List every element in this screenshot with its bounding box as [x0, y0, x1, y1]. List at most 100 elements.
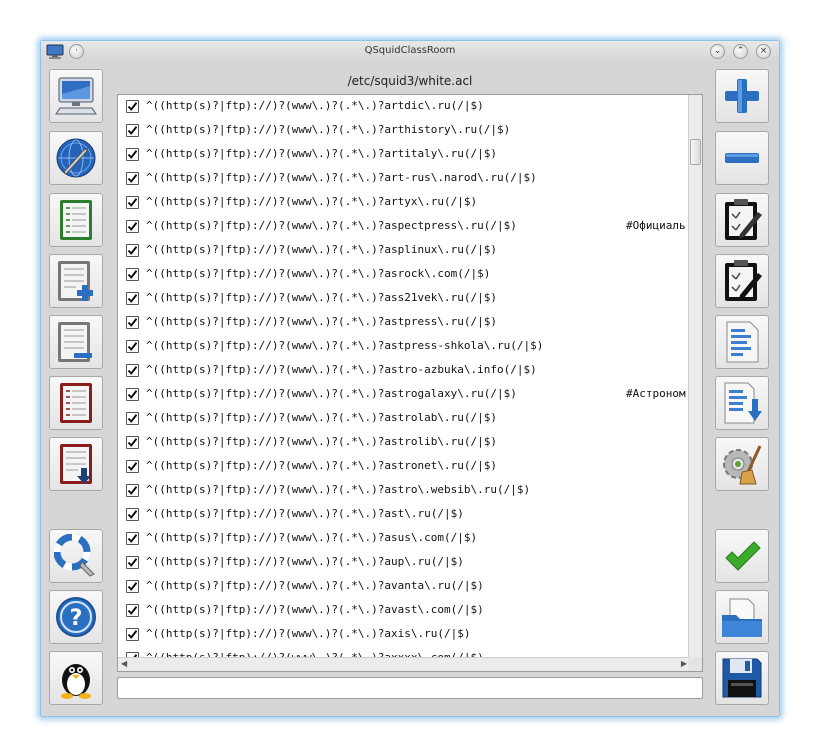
entry-checkbox[interactable] [126, 508, 139, 521]
entry-checkbox[interactable] [126, 484, 139, 497]
list-item[interactable]: ^((http(s)?|ftp)://)?(www\.)?(.*\.)?axis… [118, 623, 690, 647]
entry-checkbox[interactable] [126, 148, 139, 161]
entry-checkbox[interactable] [126, 628, 139, 641]
remove-icon [725, 153, 759, 163]
list-item[interactable]: ^((http(s)?|ftp)://)?(www\.)?(.*\.)?astr… [118, 359, 690, 383]
checkmark-icon [127, 486, 138, 496]
entry-pattern-text: ^((http(s)?|ftp)://)?(www\.)?(.*\.)?ass2… [146, 291, 497, 304]
network-computer-icon [55, 77, 97, 115]
list-item[interactable]: ^((http(s)?|ftp)://)?(www\.)?(.*\.)?aspl… [118, 239, 690, 263]
entry-checkbox[interactable] [126, 292, 139, 305]
list-item[interactable]: ^((http(s)?|ftp)://)?(www\.)?(.*\.)?arti… [118, 143, 690, 167]
entry-checkbox[interactable] [126, 124, 139, 137]
entry-pattern-text: ^((http(s)?|ftp)://)?(www\.)?(.*\.)?astr… [146, 387, 517, 400]
title-bar[interactable]: · QSquidClassRoom ⌄ ⌃ × [41, 41, 779, 63]
list-item[interactable]: ^((http(s)?|ftp)://)?(www\.)?(.*\.)?astp… [118, 311, 690, 335]
entry-checkbox[interactable] [126, 604, 139, 617]
entry-checkbox[interactable] [126, 172, 139, 185]
entry-checkbox[interactable] [126, 268, 139, 281]
red-list-download-button[interactable] [49, 437, 103, 491]
list-edit-icon [58, 322, 92, 362]
clipboard-edit-dark-icon [725, 260, 762, 301]
entry-checkbox[interactable] [126, 244, 139, 257]
entry-checkbox[interactable] [126, 412, 139, 425]
checkmark-icon [127, 198, 138, 208]
entry-checkbox[interactable] [126, 220, 139, 233]
add-button[interactable] [715, 69, 769, 123]
edit-entry-alt-button[interactable] [715, 254, 769, 308]
list-item[interactable]: ^((http(s)?|ftp)://)?(www\.)?(.*\.)?avan… [118, 575, 690, 599]
acl-list[interactable]: ^((http(s)?|ftp)://)?(www\.)?(.*\.)?artd… [117, 94, 703, 672]
edit-entry-button[interactable] [715, 193, 769, 247]
help-icon: ? [56, 597, 96, 637]
close-button[interactable]: × [756, 44, 771, 59]
list-item[interactable]: ^((http(s)?|ftp)://)?(www\.)?(.*\.)?avas… [118, 599, 690, 623]
entry-pattern-text: ^((http(s)?|ftp)://)?(www\.)?(.*\.)?asro… [146, 267, 491, 280]
red-list-button[interactable] [49, 376, 103, 430]
list-item[interactable]: ^((http(s)?|ftp)://)?(www\.)?(.*\.)?astr… [118, 383, 690, 407]
entry-pattern-text: ^((http(s)?|ftp)://)?(www\.)?(.*\.)?astr… [146, 411, 497, 424]
list-item[interactable]: ^((http(s)?|ftp)://)?(www\.)?(.*\.)?asro… [118, 263, 690, 287]
entry-checkbox[interactable] [126, 196, 139, 209]
entry-input[interactable] [117, 677, 703, 699]
checkmark-icon [127, 342, 138, 352]
entry-checkbox[interactable] [126, 100, 139, 113]
list-item[interactable]: ^((http(s)?|ftp)://)?(www\.)?(.*\.)?aspe… [118, 215, 690, 239]
entry-pattern-text: ^((http(s)?|ftp)://)?(www\.)?(.*\.)?arty… [146, 195, 478, 208]
apply-button[interactable] [715, 529, 769, 583]
checkmark-icon [127, 174, 138, 184]
checkmark-icon [127, 366, 138, 376]
entry-checkbox[interactable] [126, 436, 139, 449]
entry-checkbox[interactable] [126, 532, 139, 545]
list-item[interactable]: ^((http(s)?|ftp)://)?(www\.)?(.*\.)?arty… [118, 191, 690, 215]
about-button[interactable] [49, 651, 103, 705]
list-item[interactable]: ^((http(s)?|ftp)://)?(www\.)?(.*\.)?art-… [118, 167, 690, 191]
search-help-button[interactable] [49, 529, 103, 583]
minimize-button[interactable]: ⌄ [710, 44, 725, 59]
save-button[interactable] [715, 651, 769, 705]
entry-checkbox[interactable] [126, 556, 139, 569]
list-item[interactable]: ^((http(s)?|ftp)://)?(www\.)?(.*\.)?asus… [118, 527, 690, 551]
entry-checkbox[interactable] [126, 340, 139, 353]
list-item[interactable]: ^((http(s)?|ftp)://)?(www\.)?(.*\.)?astp… [118, 335, 690, 359]
list-item[interactable]: ^((http(s)?|ftp)://)?(www\.)?(.*\.)?ast\… [118, 503, 690, 527]
list-edit-button[interactable] [49, 315, 103, 369]
list-item[interactable]: ^((http(s)?|ftp)://)?(www\.)?(.*\.)?axxx… [118, 647, 690, 657]
help-button[interactable]: ? [49, 590, 103, 644]
green-list-button[interactable] [49, 193, 103, 247]
entry-checkbox[interactable] [126, 364, 139, 377]
list-item[interactable]: ^((http(s)?|ftp)://)?(www\.)?(.*\.)?ass2… [118, 287, 690, 311]
horizontal-scrollbar[interactable]: ◀ ▶ [118, 657, 690, 671]
maximize-button[interactable]: ⌃ [733, 44, 748, 59]
checkmark-icon [127, 222, 138, 232]
document-button[interactable] [715, 315, 769, 369]
vertical-scrollbar[interactable] [688, 95, 702, 657]
entry-checkbox[interactable] [126, 580, 139, 593]
remove-button[interactable] [715, 131, 769, 185]
globe-settings-button[interactable] [49, 131, 103, 185]
entry-comment-text: #Официаль [626, 219, 686, 232]
list-item[interactable]: ^((http(s)?|ftp)://)?(www\.)?(.*\.)?aup\… [118, 551, 690, 575]
list-item[interactable]: ^((http(s)?|ftp)://)?(www\.)?(.*\.)?astr… [118, 479, 690, 503]
entry-pattern-text: ^((http(s)?|ftp)://)?(www\.)?(.*\.)?aspl… [146, 243, 497, 256]
cleanup-button[interactable] [715, 437, 769, 491]
list-item[interactable]: ^((http(s)?|ftp)://)?(www\.)?(.*\.)?astr… [118, 455, 690, 479]
list-item[interactable]: ^((http(s)?|ftp)://)?(www\.)?(.*\.)?arth… [118, 119, 690, 143]
scroll-right-arrow-icon[interactable]: ▶ [681, 659, 687, 668]
scroll-left-arrow-icon[interactable]: ◀ [121, 659, 127, 668]
document-download-icon [724, 382, 762, 424]
list-item[interactable]: ^((http(s)?|ftp)://)?(www\.)?(.*\.)?astr… [118, 431, 690, 455]
list-item[interactable]: ^((http(s)?|ftp)://)?(www\.)?(.*\.)?artd… [118, 95, 690, 119]
open-file-button[interactable] [715, 590, 769, 644]
vertical-scroll-thumb[interactable] [690, 139, 701, 165]
download-document-button[interactable] [715, 376, 769, 430]
network-button[interactable] [49, 69, 103, 123]
checkmark-icon [127, 126, 138, 136]
entry-checkbox[interactable] [126, 388, 139, 401]
list-add-button[interactable] [49, 254, 103, 308]
entry-checkbox[interactable] [126, 460, 139, 473]
list-item[interactable]: ^((http(s)?|ftp)://)?(www\.)?(.*\.)?astr… [118, 407, 690, 431]
entry-checkbox[interactable] [126, 316, 139, 329]
document-lines-icon [726, 321, 759, 363]
checkmark-icon [127, 270, 138, 280]
